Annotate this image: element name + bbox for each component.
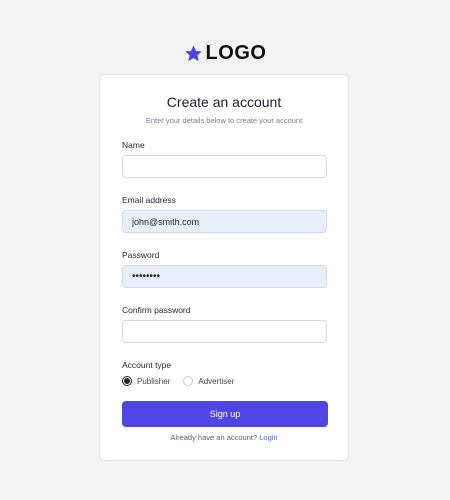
password-label: Password [122,250,160,260]
account-type-group: Publisher Advertiser [122,376,247,386]
confirm-password-input[interactable] [122,320,327,343]
radio-unchecked-icon[interactable] [183,376,194,386]
sign-up-button[interactable]: Sign up [122,401,328,427]
radio-publisher[interactable]: Publisher [122,376,170,386]
confirm-password-label: Confirm password [122,305,191,315]
radio-checked-icon[interactable] [122,376,132,386]
name-input[interactable] [122,155,327,178]
login-prompt-text: Already have an account? [170,433,258,442]
radio-advertiser[interactable]: Advertiser [183,376,234,386]
brand-logo: LOGO [0,42,450,65]
login-link[interactable]: Login [259,433,277,442]
password-input[interactable] [122,265,327,288]
login-prompt: Already have an account? Login [100,433,348,442]
radio-advertiser-label: Advertiser [198,376,235,386]
star-icon [184,44,203,63]
form-subtitle: Enter your details below to create your … [145,116,303,125]
brand-name: LOGO [205,42,267,64]
account-type-label: Account type [122,360,172,370]
email-input[interactable] [122,210,327,233]
email-label: Email address [122,195,176,205]
signup-card: Create an account Enter your details bel… [99,74,349,461]
name-label: Name [122,140,145,150]
form-title: Create an account [166,94,282,110]
radio-publisher-label: Publisher [137,376,171,386]
